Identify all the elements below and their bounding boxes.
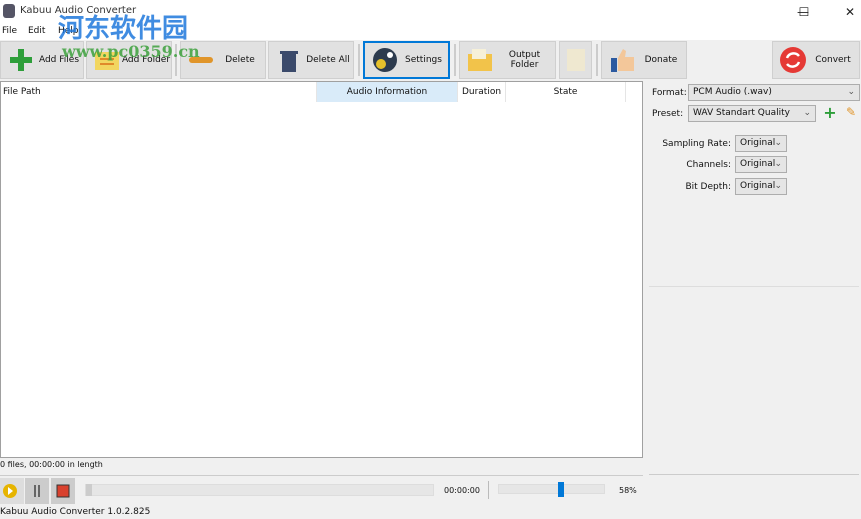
- edit-preset-button[interactable]: ✎: [843, 105, 859, 122]
- delete-all-button[interactable]: Delete All: [268, 41, 354, 79]
- column-audio-information[interactable]: Audio Information: [317, 82, 458, 102]
- column-file-path[interactable]: File Path: [3, 82, 317, 102]
- menu-bar: File Edit Help: [0, 24, 861, 40]
- bit-depth-label: Bit Depth:: [685, 182, 731, 192]
- file-summary: 0 files, 00:00:00 in length: [0, 460, 103, 469]
- file-list[interactable]: File Path Audio Information Duration Sta…: [0, 81, 643, 458]
- playback-time: 00:00:00: [444, 486, 480, 495]
- preset-label: Preset:: [652, 109, 684, 119]
- folder-icon: [468, 49, 492, 71]
- menu-file[interactable]: File: [2, 26, 17, 36]
- settings-icon: [373, 48, 397, 72]
- minus-icon: [189, 57, 213, 63]
- add-folder-button[interactable]: Add Folder: [86, 41, 172, 79]
- settings-button[interactable]: Settings: [363, 41, 450, 79]
- delete-button[interactable]: Delete: [180, 41, 266, 79]
- maximize-icon: ☐: [798, 5, 810, 19]
- add-files-button[interactable]: Add Files: [0, 41, 84, 79]
- settings-panel: Format: PCM Audio (.wav) ⌄ Preset: WAV St…: [645, 81, 861, 506]
- player-bar: 00:00:00 58%: [0, 475, 643, 505]
- log-button[interactable]: [559, 41, 592, 79]
- stop-button[interactable]: [51, 478, 75, 504]
- seek-thumb[interactable]: [86, 484, 92, 496]
- pause-button[interactable]: [25, 478, 49, 504]
- window-title: Kabuu Audio Converter: [20, 5, 137, 16]
- menu-edit[interactable]: Edit: [28, 26, 45, 36]
- play-button[interactable]: [0, 478, 24, 504]
- document-icon: [567, 49, 585, 71]
- channels-label: Channels:: [686, 160, 731, 170]
- volume-slider[interactable]: [498, 482, 605, 497]
- toolbar: Add Files Add Folder Delete Delete All S…: [0, 40, 861, 81]
- column-duration[interactable]: Duration: [458, 82, 506, 102]
- volume-thumb[interactable]: [557, 482, 564, 497]
- app-icon: [3, 4, 15, 18]
- sampling-rate-label: Sampling Rate:: [662, 139, 731, 149]
- folder-note-icon: [95, 52, 119, 70]
- format-label: Format:: [652, 88, 687, 98]
- close-button[interactable]: ✕: [827, 0, 861, 24]
- volume-percent: 58%: [619, 486, 637, 495]
- donate-button[interactable]: Donate: [601, 41, 687, 79]
- column-state[interactable]: State: [506, 82, 626, 102]
- convert-button[interactable]: Convert: [772, 41, 860, 79]
- title-bar: Kabuu Audio Converter — ☐ ✕: [0, 0, 861, 24]
- sampling-rate-select[interactable]: Original ⌄: [735, 135, 787, 152]
- status-bar: Kabuu Audio Converter 1.0.2.825: [0, 507, 151, 517]
- add-preset-button[interactable]: +: [822, 105, 838, 122]
- menu-help[interactable]: Help: [58, 26, 79, 36]
- bit-depth-select[interactable]: Original ⌄: [735, 178, 787, 195]
- channels-select[interactable]: Original ⌄: [735, 156, 787, 173]
- convert-icon: [780, 47, 806, 73]
- output-folder-button[interactable]: Output Folder: [459, 41, 556, 79]
- preset-select[interactable]: WAV Standart Quality ⌄: [688, 105, 816, 122]
- format-select[interactable]: PCM Audio (.wav) ⌄: [688, 84, 860, 101]
- trash-icon: [280, 51, 298, 72]
- thumbs-up-icon: [611, 49, 634, 72]
- seek-slider[interactable]: [85, 484, 434, 496]
- plus-icon: [10, 49, 32, 71]
